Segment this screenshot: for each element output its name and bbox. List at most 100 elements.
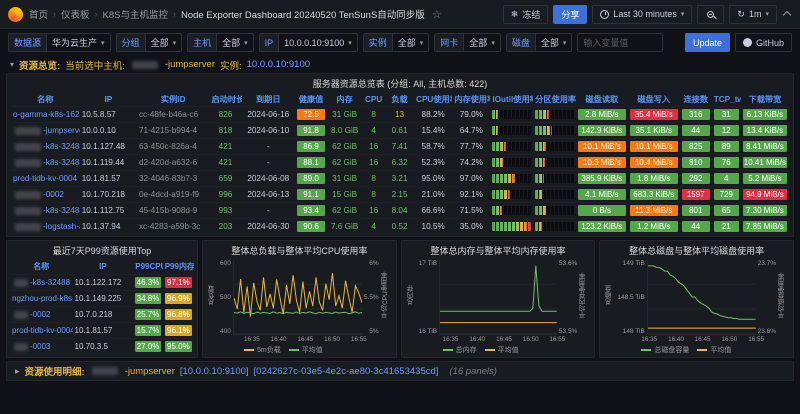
host-link[interactable]: -0002 <box>30 310 50 319</box>
column-header[interactable]: IP <box>73 259 134 275</box>
status-value: 44 <box>682 125 710 136</box>
column-header[interactable]: 启动时长 <box>209 92 241 107</box>
host-link[interactable]: -k8s-32488-... <box>43 158 80 167</box>
variable-value-dropdown[interactable]: 华为云生产▾ <box>46 33 111 52</box>
health-cell: 93.4 <box>295 203 327 219</box>
github-button[interactable]: GitHub <box>735 33 792 52</box>
grafana-logo-icon[interactable] <box>8 7 23 22</box>
host-link[interactable]: -k8s-32488 <box>30 278 70 287</box>
host-link[interactable]: -0003 <box>30 342 50 351</box>
clock-icon <box>600 10 609 19</box>
variable-value-dropdown[interactable]: 全部▾ <box>463 33 501 52</box>
legend-item[interactable]: 平均值 <box>485 345 519 355</box>
host-link[interactable]: -0002 <box>43 190 64 199</box>
column-header[interactable]: TCP_tw <box>712 92 741 107</box>
variable-label: 磁盘 <box>506 33 535 52</box>
p99-cpu-value: 15.7% <box>135 325 160 336</box>
column-header[interactable]: 名称 <box>11 92 80 107</box>
host-link[interactable]: -logstash-all <box>43 222 80 231</box>
column-header[interactable]: P99CPU <box>133 259 162 275</box>
column-header[interactable]: 内存 <box>327 92 362 107</box>
column-header[interactable]: CPU <box>362 92 385 107</box>
expire-date-cell: 2024-06-30 <box>242 219 295 235</box>
variable-host: 主机 全部▾ <box>187 33 254 52</box>
status-value: 35.4 MiB/s <box>630 109 678 120</box>
snowflake-icon: ❄ <box>511 9 519 20</box>
cpu-usage-cell: 15.4% <box>414 123 452 139</box>
breadcrumb-dashboards[interactable]: 仪表板 <box>61 7 90 21</box>
column-header[interactable]: 名称 <box>10 259 73 275</box>
partition-usage-gauge <box>535 110 574 119</box>
variable-value-dropdown[interactable]: 全部▾ <box>535 33 573 52</box>
io-usage-gauge-cell <box>490 123 533 139</box>
column-header[interactable]: 磁盘读取 <box>576 92 628 107</box>
selected-host-value: -jumpserver <box>165 59 215 70</box>
star-icon[interactable]: ☆ <box>432 8 442 21</box>
breadcrumb-home[interactable]: 首页 <box>29 7 48 21</box>
column-header[interactable]: CPU使用率 <box>414 92 452 107</box>
column-header[interactable]: 负载 <box>385 92 414 107</box>
status-value: 683.3 KiB/s <box>630 189 678 200</box>
column-header[interactable]: 到期日 <box>242 92 295 107</box>
table-row: -jumpserver10.0.0.1071-4215-b994-4818202… <box>11 123 789 139</box>
column-header[interactable]: 下载带宽 <box>741 92 789 107</box>
variable-filter-input[interactable] <box>577 33 663 52</box>
cpu-usage-cell: 66.6% <box>414 203 452 219</box>
io-usage-gauge-cell <box>490 155 533 171</box>
cpu-count-cell: 8 <box>362 187 385 203</box>
chart-plot[interactable] <box>233 260 362 335</box>
expire-date-cell: - <box>242 203 295 219</box>
legend-item[interactable]: 平均值 <box>289 345 323 355</box>
chart-plot[interactable] <box>647 260 756 335</box>
chart-plot[interactable] <box>439 260 557 335</box>
column-header[interactable]: 实例ID <box>137 92 210 107</box>
legend-item[interactable]: 5m负载 <box>244 345 281 355</box>
host-link[interactable]: -k8s-32488-... <box>43 206 80 215</box>
column-header[interactable]: 内存使用率 <box>452 92 490 107</box>
breadcrumb-folder[interactable]: K8S与主机监控 <box>103 7 168 21</box>
disk-write-cell: 35.4 MiB/s <box>628 107 680 123</box>
legend-item[interactable]: 总内存 <box>443 345 477 355</box>
column-header[interactable]: 分区使用率% <box>533 92 576 107</box>
y-axis-right: 23.7%23.6% <box>756 260 778 335</box>
update-button[interactable]: Update <box>685 33 730 52</box>
row-header-overview[interactable]: ▾ 资源总览: 当前选中主机: -jumpserver 实例: 10.0.0.1… <box>0 56 800 73</box>
variable-value-dropdown[interactable]: 全部▾ <box>392 33 430 52</box>
legend-item[interactable]: 总磁盘容量 <box>641 345 689 355</box>
time-range-picker[interactable]: Last 30 minutes▾ <box>592 5 692 24</box>
memory-cell: 7.6 GiB <box>327 219 362 235</box>
variable-label: IP <box>259 33 279 52</box>
mem-usage-cell: 74.2% <box>452 155 490 171</box>
collapse-topbar-icon[interactable] <box>783 11 791 19</box>
row-header-details[interactable]: ▸ 资源使用明细: -jumpserver [10.0.0.10:9100] [… <box>6 361 794 381</box>
cpu-usage-cell: 88.2% <box>414 107 452 123</box>
column-header[interactable]: IOutil使用率 <box>490 92 533 107</box>
column-header[interactable]: IP <box>80 92 137 107</box>
mem-usage-cell: 71.5% <box>452 203 490 219</box>
variable-value-dropdown[interactable]: 全部▾ <box>145 33 183 52</box>
host-link[interactable]: -jumpserver <box>43 126 80 135</box>
host-link[interactable]: prod-tidb-kv-0004 <box>12 326 73 335</box>
host-link[interactable]: -k8s-32488-... <box>43 142 80 151</box>
column-header[interactable]: 连接数 <box>680 92 712 107</box>
column-header[interactable]: 健康值 <box>295 92 327 107</box>
column-header[interactable]: 磁盘写入 <box>628 92 680 107</box>
freeze-button[interactable]: ❄冻结 <box>503 5 549 24</box>
mem-usage-cell: 64.7% <box>452 123 490 139</box>
host-link[interactable]: prod-tidb-kv-0004 <box>13 174 77 183</box>
table-row: -k8s-32488-...10.1.112.7545-415b-908d-99… <box>11 203 789 219</box>
share-button[interactable]: 分享 <box>553 5 587 24</box>
status-value: 12 <box>714 125 739 136</box>
refresh-button[interactable]: ↻1m▾ <box>729 5 777 24</box>
legend-item[interactable]: 平均值 <box>697 345 731 355</box>
host-link[interactable]: ngzhou-prod-k8s-1 <box>12 294 73 303</box>
p99-cpu-value: 46.3% <box>135 277 160 288</box>
host-link[interactable]: o-gamma-k8s-16235 <box>13 110 80 119</box>
column-header[interactable]: P99内存 <box>163 259 194 275</box>
variable-value-dropdown[interactable]: 全部▾ <box>216 33 254 52</box>
zoom-out-button[interactable] <box>697 5 724 24</box>
bottom-panels-row: 最近7天P99资源使用Top 名称IPP99CPUP99内存-k8s-32488… <box>6 240 794 358</box>
variable-value-dropdown[interactable]: 10.0.0.10:9100▾ <box>278 33 358 52</box>
connections-cell: 316 <box>680 107 712 123</box>
load-cell: 7.41 <box>385 139 414 155</box>
